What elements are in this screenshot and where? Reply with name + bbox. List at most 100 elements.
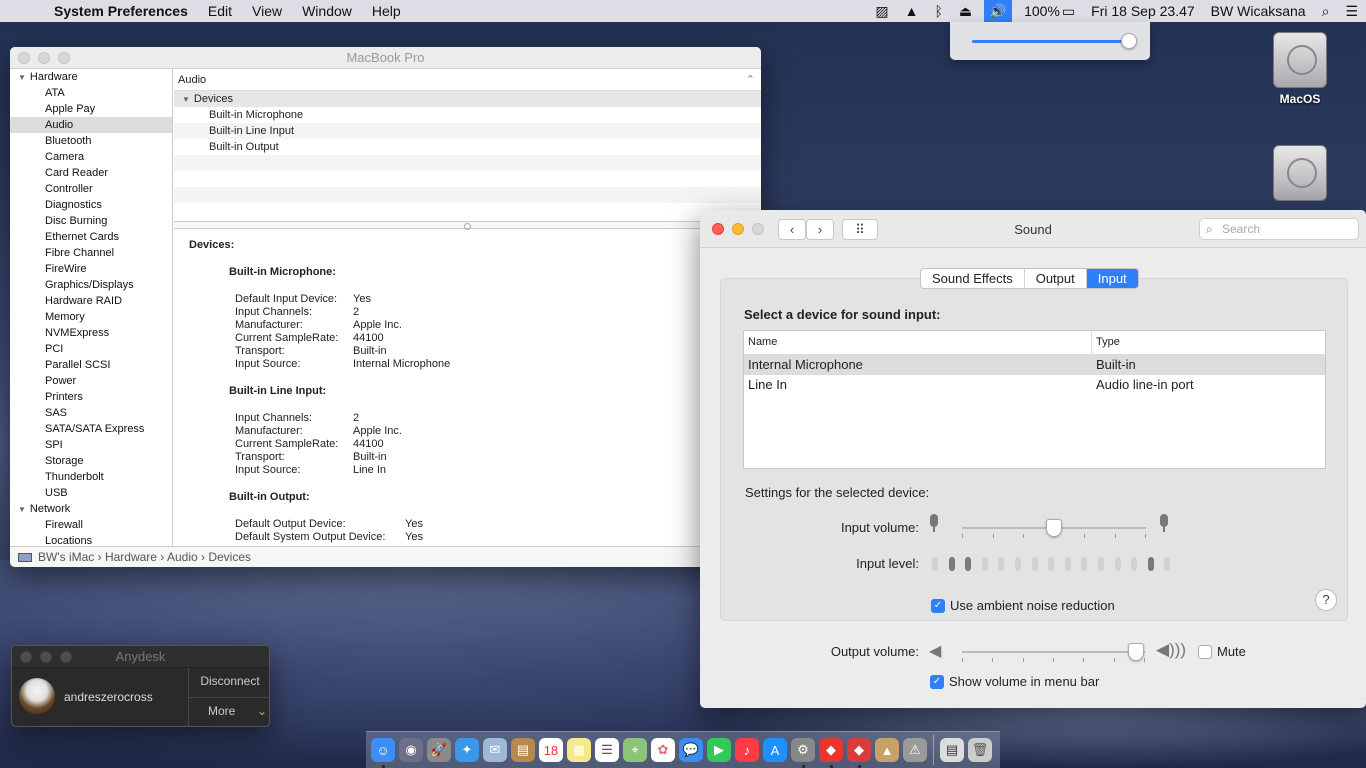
sidebar-item[interactable]: ATA xyxy=(10,85,172,101)
sidebar-item[interactable]: Disc Burning xyxy=(10,213,172,229)
path-text[interactable]: BW's iMac › Hardware › Audio › Devices xyxy=(38,550,251,564)
bluetooth-icon[interactable]: ᛒ xyxy=(934,3,942,19)
sidebar-item[interactable]: Card Reader xyxy=(10,165,172,181)
notification-center-icon[interactable]: ☰ xyxy=(1345,3,1358,20)
volume-popup-track[interactable] xyxy=(972,40,1132,43)
sidebar-item[interactable]: Memory xyxy=(10,309,172,325)
mountain-app-icon[interactable]: ▲ xyxy=(875,738,899,762)
sidebar-item[interactable]: Power xyxy=(10,373,172,389)
split-divider[interactable] xyxy=(174,221,761,230)
desktop-disk-2[interactable] xyxy=(1260,145,1340,205)
user-name[interactable]: BW Wicaksana xyxy=(1211,3,1306,19)
sidebar-item[interactable]: Audio xyxy=(10,117,172,133)
sidebar-item[interactable]: Firewall xyxy=(10,517,172,533)
menu-help[interactable]: Help xyxy=(372,3,401,19)
list-header[interactable]: Audio ⌃ xyxy=(174,69,761,91)
column-name[interactable]: Name xyxy=(744,331,1092,354)
device-row[interactable]: Built-in Output xyxy=(174,139,761,155)
clock[interactable]: Fri 18 Sep 23.47 xyxy=(1091,3,1195,19)
mute-checkbox[interactable]: Mute xyxy=(1198,644,1246,659)
device-row[interactable]: Built-in Microphone xyxy=(174,107,761,123)
sidebar-item[interactable]: USB xyxy=(10,485,172,501)
tab-sound-effects[interactable]: Sound Effects xyxy=(921,269,1025,288)
devices-group-row[interactable]: Devices xyxy=(174,91,761,107)
help-button[interactable]: ? xyxy=(1315,589,1337,611)
empty-row xyxy=(174,171,761,187)
search-input[interactable]: ⌕ Search xyxy=(1199,218,1359,240)
more-button[interactable]: More ⌄ xyxy=(189,704,269,718)
reminders-icon[interactable]: ☰ xyxy=(595,738,619,762)
documents-folder-icon[interactable]: ▤ xyxy=(940,738,964,762)
tab-output[interactable]: Output xyxy=(1025,269,1087,288)
checkbox-checked-icon[interactable]: ✓ xyxy=(930,674,944,689)
ambient-noise-checkbox[interactable]: ✓ Use ambient noise reduction xyxy=(931,598,1115,613)
output-volume-thumb[interactable] xyxy=(1127,643,1144,661)
sidebar-item[interactable]: Fibre Channel xyxy=(10,245,172,261)
sidebar-item[interactable]: Thunderbolt xyxy=(10,469,172,485)
system-preferences-icon[interactable]: ⚙ xyxy=(791,738,815,768)
sidebar-item[interactable]: Ethernet Cards xyxy=(10,229,172,245)
sidebar-item[interactable]: Parallel SCSI xyxy=(10,357,172,373)
safari-icon[interactable]: ✦ xyxy=(455,738,479,762)
menu-edit[interactable]: Edit xyxy=(208,3,232,19)
sidebar-item[interactable]: Diagnostics xyxy=(10,197,172,213)
mail-stamp-icon[interactable]: ✉ xyxy=(483,738,507,762)
battery-percent[interactable]: 100% xyxy=(1024,3,1060,19)
sidebar-item[interactable]: Graphics/Displays xyxy=(10,277,172,293)
sort-chevron-icon[interactable]: ⌃ xyxy=(746,69,755,91)
sidebar-item[interactable]: Storage xyxy=(10,453,172,469)
finder-icon[interactable]: ☺ xyxy=(371,738,395,768)
photos-icon[interactable]: ✿ xyxy=(651,738,675,762)
notes-icon[interactable]: ▦ xyxy=(567,738,591,762)
sidebar-item[interactable]: Bluetooth xyxy=(10,133,172,149)
input-volume-thumb[interactable] xyxy=(1046,519,1062,537)
output-volume-track[interactable] xyxy=(962,651,1145,653)
mountain-icon[interactable]: ▲ xyxy=(905,3,919,19)
battery-icon[interactable]: ▭ xyxy=(1062,3,1075,20)
sidebar-item[interactable]: SATA/SATA Express xyxy=(10,421,172,437)
app-store-icon[interactable]: A xyxy=(763,738,787,762)
sidebar-item[interactable]: Apple Pay xyxy=(10,101,172,117)
sidebar-item[interactable]: SAS xyxy=(10,405,172,421)
volume-menu-icon[interactable]: 🔊 xyxy=(984,0,1013,22)
show-volume-checkbox[interactable]: ✓ Show volume in menu bar xyxy=(930,674,1099,689)
utility-icon[interactable]: ⚠ xyxy=(903,738,927,762)
airplay-icon[interactable]: ⏏ xyxy=(959,3,972,20)
music-icon[interactable]: ♪ xyxy=(735,738,759,762)
menu-view[interactable]: View xyxy=(252,3,282,19)
sidebar-group-network[interactable]: Network xyxy=(10,501,172,517)
app-menu[interactable]: System Preferences xyxy=(54,3,188,19)
contacts-icon[interactable]: ▤ xyxy=(511,738,535,762)
sidebar-item[interactable]: Printers xyxy=(10,389,172,405)
sidebar-item[interactable]: PCI xyxy=(10,341,172,357)
sidebar-item[interactable]: Camera xyxy=(10,149,172,165)
sidebar-item[interactable]: FireWire xyxy=(10,261,172,277)
siri-icon[interactable]: ◉ xyxy=(399,738,423,762)
table-row[interactable]: Internal Microphone Built-in xyxy=(744,355,1325,375)
messages-icon[interactable]: 💬 xyxy=(679,738,703,762)
anydesk-icon[interactable]: ◆ xyxy=(819,738,843,768)
trash-icon[interactable]: 🗑 xyxy=(968,738,992,762)
device-row[interactable]: Built-in Line Input xyxy=(174,123,761,139)
menu-window[interactable]: Window xyxy=(302,3,352,19)
maps-icon[interactable]: ⌖ xyxy=(623,738,647,762)
checkbox-checked-icon[interactable]: ✓ xyxy=(931,598,945,613)
desktop-disk-macos[interactable]: MacOS xyxy=(1260,32,1340,106)
launchpad-icon[interactable]: 🚀 xyxy=(427,738,451,762)
sidebar-group-hardware[interactable]: Hardware xyxy=(10,69,172,85)
anydesk-alt-icon[interactable]: ◆ xyxy=(847,738,871,768)
spotlight-icon[interactable]: ⌕ xyxy=(1322,3,1330,20)
sidebar-item[interactable]: SPI xyxy=(10,437,172,453)
disconnect-button[interactable]: Disconnect xyxy=(189,674,269,688)
calendar-icon[interactable]: 18 xyxy=(539,738,563,762)
tab-input[interactable]: Input xyxy=(1086,269,1138,288)
checkbox-unchecked-icon[interactable] xyxy=(1198,644,1212,659)
volume-popup-knob[interactable] xyxy=(1121,33,1137,49)
facetime-icon[interactable]: ▶ xyxy=(707,738,731,762)
activity-monitor-icon[interactable]: ▨ xyxy=(875,3,888,20)
column-type[interactable]: Type xyxy=(1092,331,1120,354)
sidebar-item[interactable]: Controller xyxy=(10,181,172,197)
sidebar-item[interactable]: Hardware RAID xyxy=(10,293,172,309)
table-row[interactable]: Line In Audio line-in port xyxy=(744,375,1325,395)
sidebar-item[interactable]: NVMExpress xyxy=(10,325,172,341)
